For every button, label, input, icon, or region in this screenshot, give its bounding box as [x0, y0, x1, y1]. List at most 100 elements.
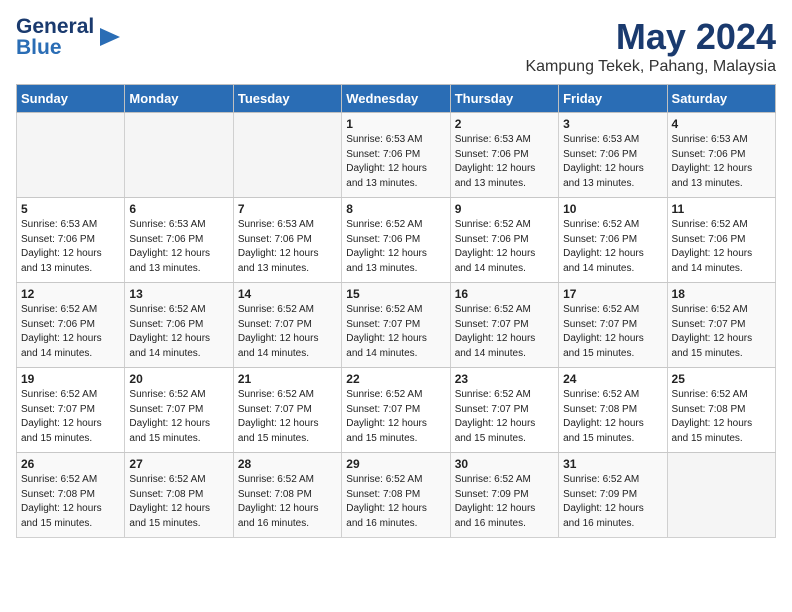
day-info: Sunrise: 6:53 AM Sunset: 7:06 PM Dayligh… — [672, 133, 771, 191]
location-subtitle: Kampung Tekek, Pahang, Malaysia — [525, 58, 776, 76]
calendar-cell: 23 Sunrise: 6:52 AM Sunset: 7:07 PM Dayli… — [450, 368, 558, 453]
calendar-cell: 16 Sunrise: 6:52 AM Sunset: 7:07 PM Dayli… — [450, 283, 558, 368]
column-header-sunday: Sunday — [17, 85, 125, 113]
column-header-wednesday: Wednesday — [342, 85, 450, 113]
calendar-table: SundayMondayTuesdayWednesdayThursdayFrid… — [16, 84, 776, 538]
calendar-cell: 13Sunrise: 6:52 AM Sunset: 7:06 PM Dayli… — [125, 283, 233, 368]
day-number: 6 — [129, 202, 228, 216]
calendar-cell: 1 Sunrise: 6:53 AM Sunset: 7:06 PM Daylig… — [342, 113, 450, 198]
day-number: 2 — [455, 117, 554, 131]
day-info: Sunrise: 6:52 AM Sunset: 7:07 PM Dayligh… — [455, 303, 554, 361]
calendar-header-row: SundayMondayTuesdayWednesdayThursdayFrid… — [17, 85, 776, 113]
calendar-cell — [667, 453, 775, 538]
day-info: Sunrise: 6:53 AM Sunset: 7:06 PM Dayligh… — [129, 218, 228, 276]
calendar-cell: 22Sunrise: 6:52 AM Sunset: 7:07 PM Dayli… — [342, 368, 450, 453]
column-header-tuesday: Tuesday — [233, 85, 341, 113]
calendar-week-row: 12 Sunrise: 6:52 AM Sunset: 7:06 PM Dayli… — [17, 283, 776, 368]
day-number: 5 — [21, 202, 120, 216]
title-area: May 2024 Kampung Tekek, Pahang, Malaysia — [525, 16, 776, 76]
day-info: Sunrise: 6:52 AM Sunset: 7:06 PM Dayligh… — [563, 218, 662, 276]
calendar-cell: 18 Sunrise: 6:52 AM Sunset: 7:07 PM Dayli… — [667, 283, 775, 368]
day-info: Sunrise: 6:52 AM Sunset: 7:08 PM Dayligh… — [346, 473, 445, 531]
calendar-cell: 28 Sunrise: 6:52 AM Sunset: 7:08 PM Dayli… — [233, 453, 341, 538]
day-number: 12 — [21, 287, 120, 301]
day-info: Sunrise: 6:52 AM Sunset: 7:09 PM Dayligh… — [455, 473, 554, 531]
calendar-cell: 15Sunrise: 6:52 AM Sunset: 7:07 PM Dayli… — [342, 283, 450, 368]
calendar-cell: 2Sunrise: 6:53 AM Sunset: 7:06 PM Daylig… — [450, 113, 558, 198]
day-info: Sunrise: 6:52 AM Sunset: 7:07 PM Dayligh… — [455, 388, 554, 446]
day-number: 26 — [21, 457, 120, 471]
day-info: Sunrise: 6:52 AM Sunset: 7:07 PM Dayligh… — [672, 303, 771, 361]
column-header-saturday: Saturday — [667, 85, 775, 113]
calendar-cell: 14Sunrise: 6:52 AM Sunset: 7:07 PM Dayli… — [233, 283, 341, 368]
calendar-cell: 24 Sunrise: 6:52 AM Sunset: 7:08 PM Dayli… — [559, 368, 667, 453]
day-number: 29 — [346, 457, 445, 471]
calendar-cell: 3 Sunrise: 6:53 AM Sunset: 7:06 PM Daylig… — [559, 113, 667, 198]
calendar-cell: 17Sunrise: 6:52 AM Sunset: 7:07 PM Dayli… — [559, 283, 667, 368]
day-number: 24 — [563, 372, 662, 386]
day-info: Sunrise: 6:52 AM Sunset: 7:09 PM Dayligh… — [563, 473, 662, 531]
day-number: 7 — [238, 202, 337, 216]
calendar-cell: 27 Sunrise: 6:52 AM Sunset: 7:08 PM Dayli… — [125, 453, 233, 538]
calendar-cell: 9 Sunrise: 6:52 AM Sunset: 7:06 PM Daylig… — [450, 198, 558, 283]
calendar-cell: 6 Sunrise: 6:53 AM Sunset: 7:06 PM Daylig… — [125, 198, 233, 283]
day-number: 9 — [455, 202, 554, 216]
page-header: General Blue May 2024 Kampung Tekek, Pah… — [16, 16, 776, 76]
day-info: Sunrise: 6:52 AM Sunset: 7:08 PM Dayligh… — [21, 473, 120, 531]
calendar-cell: 4Sunrise: 6:53 AM Sunset: 7:06 PM Daylig… — [667, 113, 775, 198]
day-info: Sunrise: 6:52 AM Sunset: 7:08 PM Dayligh… — [129, 473, 228, 531]
calendar-cell — [233, 113, 341, 198]
day-info: Sunrise: 6:53 AM Sunset: 7:06 PM Dayligh… — [21, 218, 120, 276]
column-header-friday: Friday — [559, 85, 667, 113]
day-number: 1 — [346, 117, 445, 131]
day-info: Sunrise: 6:52 AM Sunset: 7:07 PM Dayligh… — [129, 388, 228, 446]
calendar-cell: 11Sunrise: 6:52 AM Sunset: 7:06 PM Dayli… — [667, 198, 775, 283]
calendar-week-row: 26 Sunrise: 6:52 AM Sunset: 7:08 PM Dayli… — [17, 453, 776, 538]
day-info: Sunrise: 6:52 AM Sunset: 7:06 PM Dayligh… — [21, 303, 120, 361]
logo: General Blue — [16, 16, 120, 58]
logo-icon — [98, 22, 120, 52]
calendar-week-row: 5 Sunrise: 6:53 AM Sunset: 7:06 PM Daylig… — [17, 198, 776, 283]
calendar-cell: 31 Sunrise: 6:52 AM Sunset: 7:09 PM Dayli… — [559, 453, 667, 538]
day-number: 18 — [672, 287, 771, 301]
day-number: 28 — [238, 457, 337, 471]
day-info: Sunrise: 6:52 AM Sunset: 7:08 PM Dayligh… — [238, 473, 337, 531]
calendar-cell: 10 Sunrise: 6:52 AM Sunset: 7:06 PM Dayli… — [559, 198, 667, 283]
day-number: 19 — [21, 372, 120, 386]
calendar-cell: 5 Sunrise: 6:53 AM Sunset: 7:06 PM Daylig… — [17, 198, 125, 283]
day-number: 23 — [455, 372, 554, 386]
day-info: Sunrise: 6:52 AM Sunset: 7:08 PM Dayligh… — [672, 388, 771, 446]
day-number: 27 — [129, 457, 228, 471]
calendar-week-row: 1 Sunrise: 6:53 AM Sunset: 7:06 PM Daylig… — [17, 113, 776, 198]
day-number: 30 — [455, 457, 554, 471]
day-info: Sunrise: 6:53 AM Sunset: 7:06 PM Dayligh… — [238, 218, 337, 276]
day-number: 10 — [563, 202, 662, 216]
day-info: Sunrise: 6:52 AM Sunset: 7:07 PM Dayligh… — [238, 388, 337, 446]
calendar-cell: 20Sunrise: 6:52 AM Sunset: 7:07 PM Dayli… — [125, 368, 233, 453]
day-info: Sunrise: 6:52 AM Sunset: 7:08 PM Dayligh… — [563, 388, 662, 446]
day-info: Sunrise: 6:52 AM Sunset: 7:06 PM Dayligh… — [455, 218, 554, 276]
day-number: 14 — [238, 287, 337, 301]
calendar-cell: 8 Sunrise: 6:52 AM Sunset: 7:06 PM Daylig… — [342, 198, 450, 283]
day-info: Sunrise: 6:53 AM Sunset: 7:06 PM Dayligh… — [563, 133, 662, 191]
day-info: Sunrise: 6:53 AM Sunset: 7:06 PM Dayligh… — [346, 133, 445, 191]
calendar-cell: 21 Sunrise: 6:52 AM Sunset: 7:07 PM Dayli… — [233, 368, 341, 453]
day-number: 31 — [563, 457, 662, 471]
calendar-cell — [17, 113, 125, 198]
day-number: 13 — [129, 287, 228, 301]
day-info: Sunrise: 6:52 AM Sunset: 7:06 PM Dayligh… — [346, 218, 445, 276]
calendar-cell: 25 Sunrise: 6:52 AM Sunset: 7:08 PM Dayli… — [667, 368, 775, 453]
calendar-week-row: 19 Sunrise: 6:52 AM Sunset: 7:07 PM Dayli… — [17, 368, 776, 453]
calendar-cell: 30 Sunrise: 6:52 AM Sunset: 7:09 PM Dayli… — [450, 453, 558, 538]
calendar-cell — [125, 113, 233, 198]
day-number: 8 — [346, 202, 445, 216]
day-number: 25 — [672, 372, 771, 386]
column-header-thursday: Thursday — [450, 85, 558, 113]
day-number: 3 — [563, 117, 662, 131]
day-number: 21 — [238, 372, 337, 386]
calendar-cell: 12 Sunrise: 6:52 AM Sunset: 7:06 PM Dayli… — [17, 283, 125, 368]
day-number: 15 — [346, 287, 445, 301]
day-number: 16 — [455, 287, 554, 301]
logo-general: General — [16, 16, 94, 37]
calendar-cell: 19Sunrise: 6:52 AM Sunset: 7:07 PM Dayli… — [17, 368, 125, 453]
